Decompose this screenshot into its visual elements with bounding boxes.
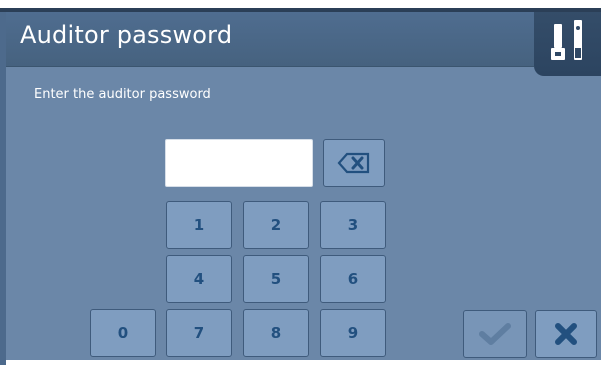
cancel-button[interactable] bbox=[535, 310, 597, 358]
keypad-key-4[interactable]: 4 bbox=[166, 255, 232, 303]
keypad-key-1[interactable]: 1 bbox=[166, 201, 232, 249]
keypad-key-8[interactable]: 8 bbox=[243, 309, 309, 357]
keypad-key-7[interactable]: 7 bbox=[166, 309, 232, 357]
auditor-password-screen: Auditor password Enter the auditor passw… bbox=[0, 0, 601, 365]
keypad-key-9[interactable]: 9 bbox=[320, 309, 386, 357]
confirm-button[interactable] bbox=[463, 310, 527, 358]
instruction-text: Enter the auditor password bbox=[34, 87, 211, 102]
checkmark-icon bbox=[479, 323, 511, 345]
keypad-key-2[interactable]: 2 bbox=[243, 201, 309, 249]
status-indicator bbox=[534, 12, 601, 76]
keypad-key-3[interactable]: 3 bbox=[320, 201, 386, 249]
backspace-icon bbox=[337, 152, 370, 174]
close-x-icon bbox=[555, 323, 577, 345]
keypad-key-0[interactable]: 0 bbox=[90, 309, 156, 357]
usb-ethernet-status-icon bbox=[551, 20, 582, 60]
header-bar: Auditor password bbox=[6, 12, 534, 67]
password-input[interactable] bbox=[165, 139, 313, 187]
page-title: Auditor password bbox=[20, 21, 233, 49]
keypad-key-6[interactable]: 6 bbox=[320, 255, 386, 303]
keypad-key-5[interactable]: 5 bbox=[243, 255, 309, 303]
backspace-button[interactable] bbox=[323, 139, 385, 187]
